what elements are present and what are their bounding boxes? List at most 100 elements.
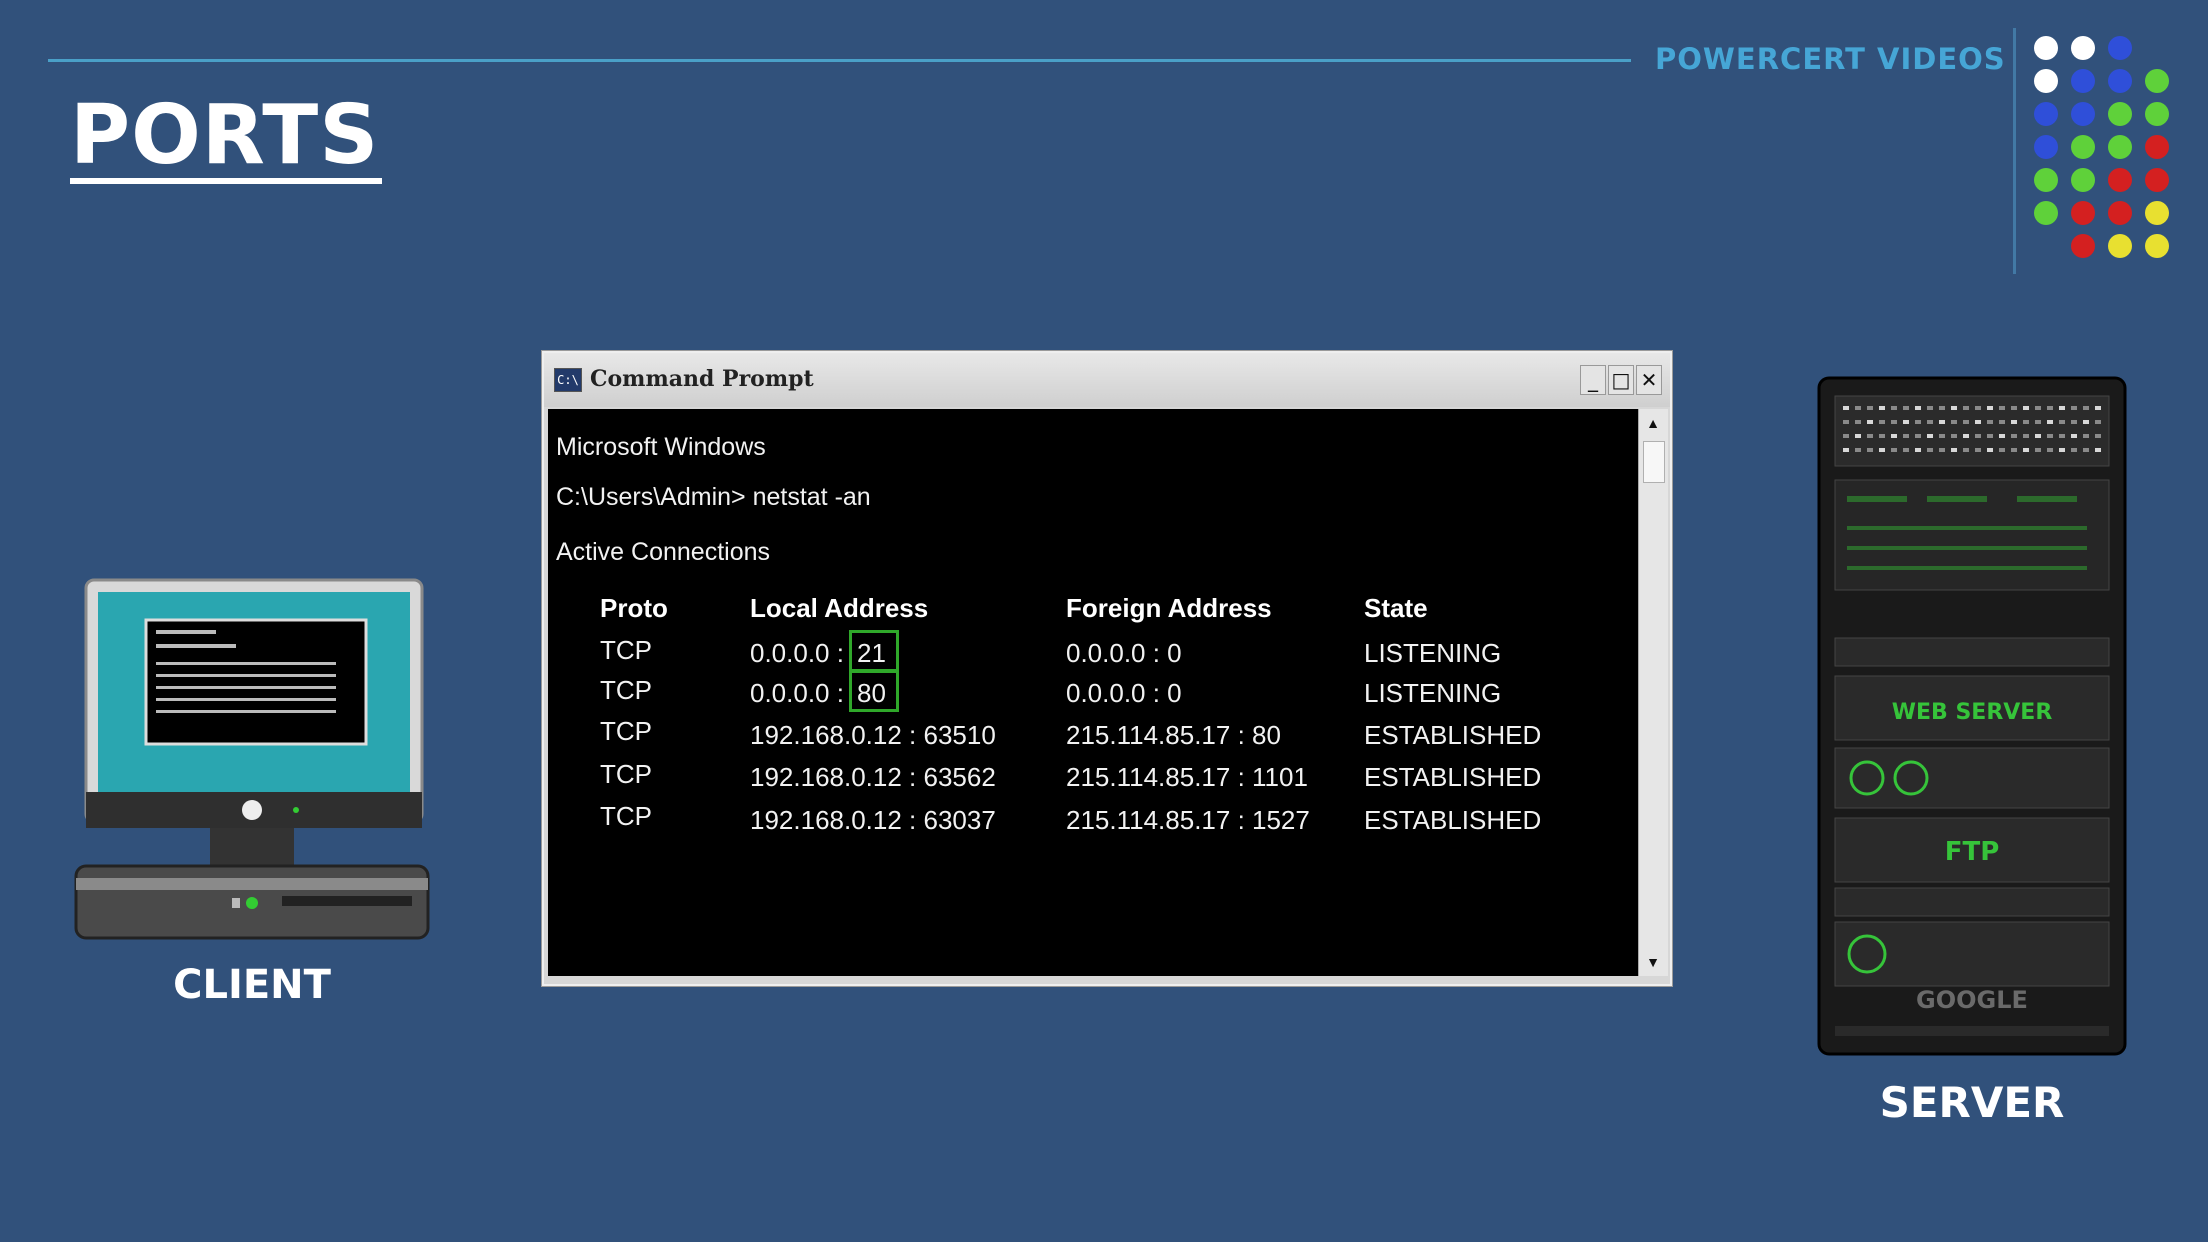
logo-dot bbox=[2108, 69, 2132, 93]
rack-led bbox=[2083, 420, 2089, 424]
rack-led bbox=[2059, 420, 2065, 424]
rack-led bbox=[1975, 434, 1981, 438]
logo-dot bbox=[2034, 69, 2058, 93]
scroll-down-arrow-icon[interactable]: ▼ bbox=[1641, 948, 1665, 976]
rack-led bbox=[2011, 448, 2017, 452]
row1-local-ip: 0.0.0.0 : bbox=[750, 638, 844, 668]
rack-led bbox=[1915, 406, 1921, 410]
rack-led bbox=[2047, 448, 2053, 452]
column-header-local-address: Local Address bbox=[750, 593, 929, 623]
window-title: Command Prompt bbox=[590, 366, 814, 392]
rack-led bbox=[1891, 434, 1897, 438]
rack-led bbox=[2023, 406, 2029, 410]
scroll-up-arrow-icon[interactable]: ▲ bbox=[1641, 409, 1665, 437]
rack-led bbox=[1843, 434, 1849, 438]
rack-led bbox=[2095, 448, 2101, 452]
logo-dot bbox=[2071, 69, 2095, 93]
logo-dot bbox=[2034, 135, 2058, 159]
row2-foreign: 0.0.0.0 : 0 bbox=[1066, 678, 1182, 708]
rack-led bbox=[1903, 448, 1909, 452]
minimize-button[interactable]: _ bbox=[1580, 365, 1606, 395]
rack-led bbox=[2071, 434, 2077, 438]
row1-foreign: 0.0.0.0 : 0 bbox=[1066, 638, 1182, 668]
google-panel-label: GOOGLE bbox=[1916, 986, 2028, 1014]
title-underline bbox=[70, 178, 382, 184]
row1-state: LISTENING bbox=[1364, 638, 1502, 668]
rack-led bbox=[2023, 420, 2029, 424]
logo-dot bbox=[2145, 135, 2169, 159]
logo-dot bbox=[2145, 168, 2169, 192]
logo-dot bbox=[2071, 234, 2095, 258]
logo-dot bbox=[2108, 168, 2132, 192]
rack-led bbox=[1963, 420, 1969, 424]
rack-led bbox=[2035, 406, 2041, 410]
rack-led bbox=[2059, 448, 2065, 452]
logo-dot bbox=[2071, 168, 2095, 192]
rack-led bbox=[1855, 434, 1861, 438]
rack-led bbox=[1879, 420, 1885, 424]
ftp-panel-label: FTP bbox=[1945, 837, 2000, 867]
row5-local: 192.168.0.12 : 63037 bbox=[750, 805, 996, 835]
row1-proto: TCP bbox=[600, 635, 652, 665]
rack-led bbox=[1951, 448, 1957, 452]
rack-led bbox=[1891, 420, 1897, 424]
rack-led bbox=[1939, 406, 1945, 410]
row5-proto: TCP bbox=[600, 801, 652, 831]
command-prompt-window[interactable]: C:\ Command Prompt _ □ ✕ Microsoft Windo… bbox=[542, 351, 1672, 986]
rack-led bbox=[1927, 434, 1933, 438]
console-line-os: Microsoft Windows bbox=[556, 433, 766, 461]
scrollbar-thumb[interactable] bbox=[1643, 441, 1665, 483]
logo-dot bbox=[2034, 36, 2058, 60]
close-button[interactable]: ✕ bbox=[1636, 365, 1662, 395]
column-header-proto: Proto bbox=[600, 593, 668, 623]
rack-led bbox=[2035, 448, 2041, 452]
rack-led bbox=[2095, 406, 2101, 410]
rack-led bbox=[1975, 420, 1981, 424]
logo-dot bbox=[2108, 135, 2132, 159]
rack-led bbox=[1903, 434, 1909, 438]
row1-local-port: 21 bbox=[857, 638, 886, 668]
logo-divider bbox=[2013, 28, 2016, 274]
rack-led bbox=[1963, 448, 1969, 452]
rack-led bbox=[1915, 434, 1921, 438]
rack-led bbox=[1879, 434, 1885, 438]
rack-led bbox=[2071, 420, 2077, 424]
rack-led bbox=[1867, 434, 1873, 438]
console-output[interactable]: Microsoft Windows C:\Users\Admin> netsta… bbox=[548, 409, 1638, 976]
header-rule bbox=[48, 59, 1631, 62]
rack-led bbox=[1891, 448, 1897, 452]
row2-proto: TCP bbox=[600, 675, 652, 705]
rack-led bbox=[1939, 420, 1945, 424]
server-rack-icon: WEB SERVER FTP GOOGLE bbox=[1817, 376, 2127, 1056]
logo-dot bbox=[2145, 69, 2169, 93]
rack-led bbox=[2071, 448, 2077, 452]
row3-local: 192.168.0.12 : 63510 bbox=[750, 720, 996, 750]
row2-state: LISTENING bbox=[1364, 678, 1502, 708]
logo-dot bbox=[2034, 102, 2058, 126]
rack-led bbox=[2047, 434, 2053, 438]
rack-led bbox=[2035, 434, 2041, 438]
logo-dot bbox=[2108, 102, 2132, 126]
maximize-button[interactable]: □ bbox=[1608, 365, 1634, 395]
rack-led bbox=[2047, 420, 2053, 424]
row3-state: ESTABLISHED bbox=[1364, 720, 1542, 750]
rack-led bbox=[2011, 434, 2017, 438]
rack-led bbox=[2011, 420, 2017, 424]
rack-led bbox=[2071, 406, 2077, 410]
rack-led bbox=[1975, 406, 1981, 410]
console-line-prompt: C:\Users\Admin> netstat -an bbox=[556, 483, 871, 511]
client-label: CLIENT bbox=[173, 962, 331, 1008]
rack-led bbox=[1999, 406, 2005, 410]
window-titlebar[interactable]: C:\ Command Prompt _ □ ✕ bbox=[544, 353, 1670, 407]
rack-led bbox=[1939, 448, 1945, 452]
rack-led bbox=[1999, 448, 2005, 452]
rack-led bbox=[2035, 420, 2041, 424]
rack-led bbox=[1855, 406, 1861, 410]
rack-led bbox=[1975, 448, 1981, 452]
logo-dot bbox=[2108, 234, 2132, 258]
rack-led bbox=[1867, 448, 1873, 452]
rack-led bbox=[2023, 434, 2029, 438]
rack-led bbox=[2095, 434, 2101, 438]
rack-led bbox=[1867, 406, 1873, 410]
console-scrollbar[interactable]: ▲ ▼ bbox=[1638, 409, 1668, 976]
